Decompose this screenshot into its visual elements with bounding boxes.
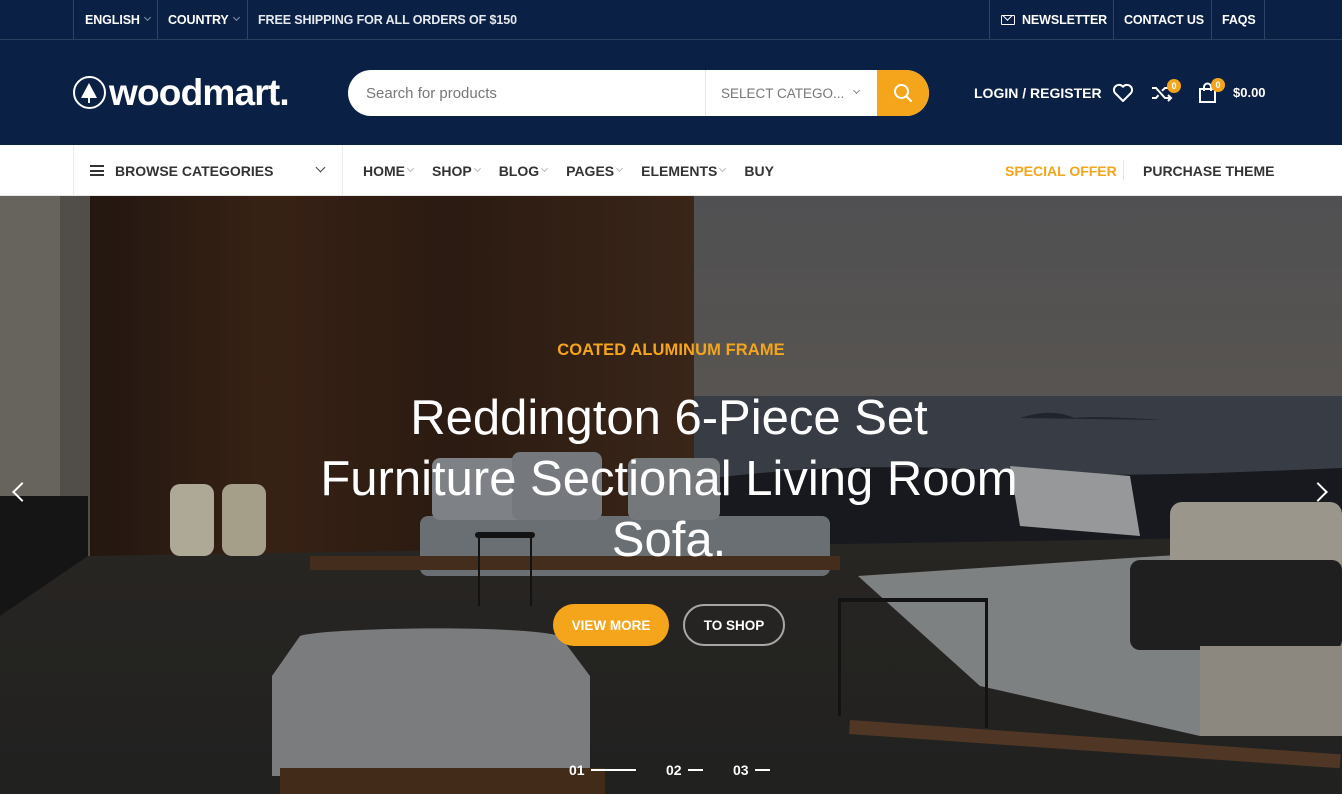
divider — [157, 0, 158, 39]
chevron-down-icon — [541, 164, 549, 173]
hero-title-line: Furniture Sectional Living Room — [320, 452, 1018, 506]
nav-item-label: ELEMENTS — [641, 162, 718, 179]
divider — [1211, 0, 1212, 39]
faqs-link[interactable]: FAQS — [1222, 0, 1256, 39]
hero-title-line: Sofa. — [611, 513, 727, 567]
login-register-link[interactable]: LOGIN / REGISTER — [974, 40, 1102, 145]
hero-slider: COATED ALUMINUM FRAME Reddington 6-Piece… — [0, 196, 1342, 794]
browse-categories-label: BROWSE CATEGORIES — [115, 162, 274, 179]
top-bar: ENGLISH COUNTRY FREE SHIPPING FOR ALL OR… — [0, 0, 1342, 40]
chevron-down-icon — [406, 164, 415, 173]
mail-icon — [1001, 14, 1015, 25]
slide-pager-2[interactable]: 02 — [666, 762, 703, 778]
chevron-down-icon — [852, 86, 861, 95]
heart-icon — [1112, 83, 1134, 102]
chevron-down-icon — [473, 164, 481, 173]
language-selector[interactable]: ENGLISH — [85, 0, 151, 39]
contact-us-link[interactable]: CONTACT US — [1124, 0, 1204, 39]
hero-title-line: Reddington 6-Piece Set — [410, 391, 928, 445]
slide-pager-1[interactable]: 01 — [569, 762, 636, 778]
nav-item-blog[interactable]: BLOG — [498, 162, 549, 179]
chevron-down-icon — [143, 13, 151, 22]
tree-logo-icon — [73, 76, 106, 109]
to-shop-button[interactable]: TO SHOP — [683, 604, 785, 646]
search-bar: SELECT CATEGO... — [348, 70, 929, 116]
nav-item-shop[interactable]: SHOP — [432, 162, 481, 179]
compare-count-badge: 0 — [1167, 79, 1181, 93]
divider — [1264, 0, 1265, 39]
nav-item-buy[interactable]: BUY — [744, 163, 774, 179]
category-select-label: SELECT CATEGO... — [721, 85, 845, 101]
slide-number: 01 — [569, 762, 585, 778]
hero-title: Reddington 6-Piece Set Furniture Section… — [0, 388, 1338, 571]
special-offer-link[interactable]: SPECIAL OFFER — [1005, 145, 1117, 196]
hero-subtitle: COATED ALUMINUM FRAME — [557, 341, 785, 359]
nav-item-label: BUY — [744, 162, 774, 179]
view-more-button[interactable]: VIEW MORE — [553, 604, 669, 646]
newsletter-label: NEWSLETTER — [1022, 12, 1108, 27]
logo[interactable]: woodmart. — [73, 72, 290, 113]
browse-categories-button[interactable]: BROWSE CATEGORIES — [73, 145, 343, 196]
wishlist-button[interactable] — [1112, 40, 1134, 145]
main-header: woodmart. SELECT CATEGO... LOGIN / REGIS… — [0, 40, 1342, 145]
search-icon — [894, 84, 912, 102]
slide-pager-3[interactable]: 03 — [733, 762, 770, 778]
slide-number: 03 — [733, 762, 749, 778]
cart-count-badge: 0 — [1211, 78, 1225, 92]
nav-item-pages[interactable]: PAGES — [566, 162, 624, 179]
navigation-bar: BROWSE CATEGORIES HOME SHOP BLOG PAGES ELEME… — [0, 145, 1342, 196]
nav-item-label: BLOG — [498, 162, 540, 179]
nav-item-home[interactable]: HOME — [363, 162, 415, 179]
slide-number: 02 — [666, 762, 682, 778]
nav-item-label: HOME — [363, 162, 405, 179]
menu-icon — [90, 165, 104, 176]
divider — [1113, 0, 1114, 39]
search-input[interactable] — [348, 70, 705, 116]
main-menu: HOME SHOP BLOG PAGES ELEMENTS BUY — [363, 145, 793, 196]
divider — [73, 0, 74, 39]
divider — [989, 0, 990, 39]
language-label: ENGLISH — [85, 12, 140, 27]
nav-item-label: PAGES — [566, 162, 615, 179]
chevron-down-icon — [616, 164, 624, 173]
slide-indicator — [687, 769, 703, 771]
chevron-down-icon — [232, 13, 240, 22]
logo-text: woodmart. — [109, 72, 290, 113]
country-selector[interactable]: COUNTRY — [168, 0, 240, 39]
divider — [247, 0, 248, 39]
country-label: COUNTRY — [168, 12, 229, 27]
chevron-down-icon — [315, 162, 326, 173]
search-button[interactable] — [877, 70, 929, 116]
nav-item-label: SHOP — [432, 162, 472, 179]
slide-indicator — [754, 769, 770, 771]
cart-total: $0.00 — [1233, 85, 1266, 100]
newsletter-link[interactable]: NEWSLETTER — [1001, 0, 1107, 39]
category-select[interactable]: SELECT CATEGO... — [705, 70, 877, 116]
nav-item-elements[interactable]: ELEMENTS — [641, 162, 727, 179]
cart-button[interactable]: 0 $0.00 — [1198, 40, 1266, 145]
shipping-promo: FREE SHIPPING FOR ALL ORDERS OF $150 — [258, 12, 517, 27]
chevron-down-icon — [719, 164, 727, 173]
active-slide-indicator — [590, 769, 636, 771]
divider — [1123, 160, 1124, 180]
purchase-theme-link[interactable]: PURCHASE THEME — [1143, 145, 1274, 196]
compare-button[interactable]: 0 — [1150, 40, 1181, 145]
